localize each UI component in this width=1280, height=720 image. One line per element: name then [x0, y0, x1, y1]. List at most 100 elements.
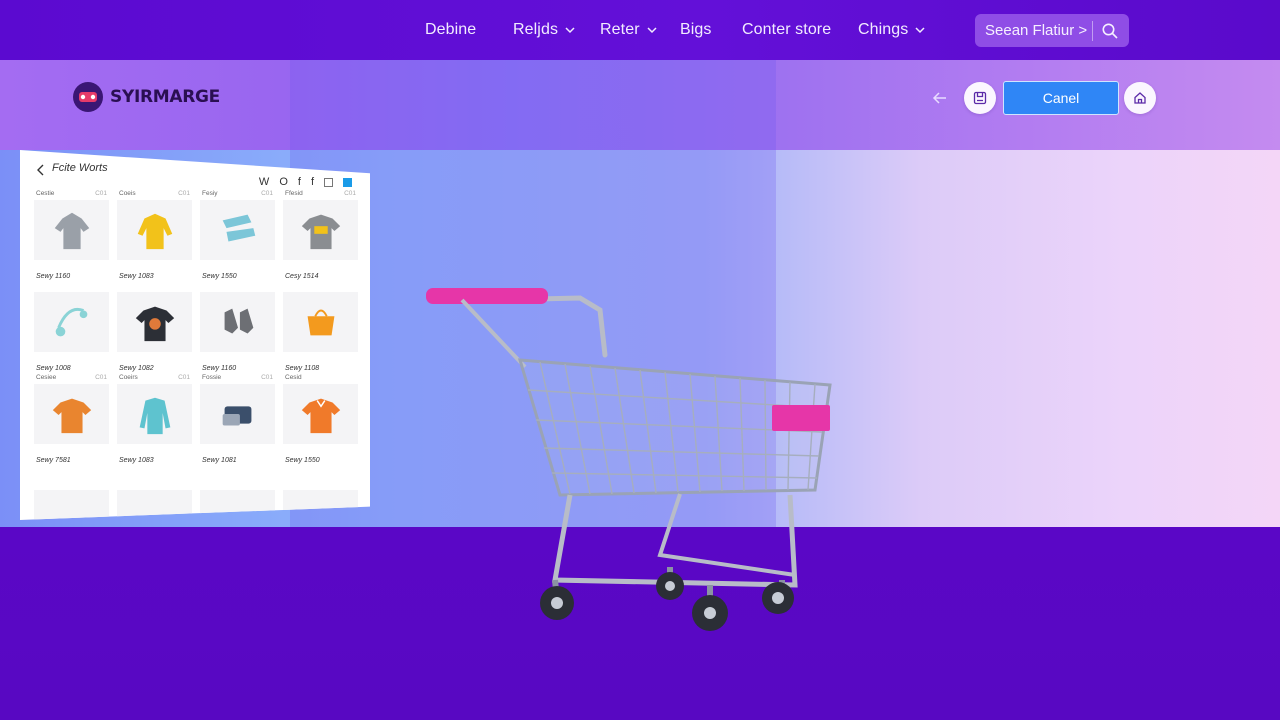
product-thumbnail[interactable]	[117, 200, 192, 260]
product-card[interactable]: Sewy 1082	[117, 282, 192, 372]
product-thumbnail[interactable]	[34, 200, 109, 260]
product-category: Coeirs	[119, 374, 138, 381]
nav-item-chings[interactable]: Chings	[858, 18, 926, 42]
product-card[interactable]: Coeirs C01 Sewy 1083	[117, 374, 192, 464]
product-caption: Sewy 1160	[36, 273, 71, 280]
product-code: C01	[178, 190, 190, 197]
product-caption: Sewy 1108	[285, 365, 320, 372]
product-card[interactable]: Fesiy C01 Sewy 1550	[200, 190, 275, 280]
cancel-button[interactable]: Canel	[1003, 81, 1119, 115]
top-navigation: Debine Reljds Reter Bigs Conter store Ch…	[0, 0, 1280, 60]
nav-item-bigs[interactable]: Bigs	[680, 18, 712, 42]
tool-o[interactable]: O	[279, 176, 288, 188]
product-category: Cestie	[36, 190, 55, 197]
nav-item-label: Reter	[600, 21, 640, 38]
scarf-icon	[222, 214, 255, 242]
product-thumbnail[interactable]	[283, 384, 358, 444]
product-code: C01	[178, 374, 190, 381]
nav-item-label: Debine	[425, 21, 477, 38]
product-thumbnail[interactable]	[200, 384, 275, 444]
product-thumbnail[interactable]	[34, 384, 109, 444]
product-catalog-window: Fcite Worts W O f f Cestie C01 Sewy 1160 Co…	[20, 150, 370, 520]
grid-view-icon[interactable]	[324, 177, 333, 187]
chevron-down-icon	[915, 27, 925, 34]
product-thumbnail[interactable]	[283, 292, 358, 352]
divider	[1092, 20, 1093, 41]
search-icon[interactable]	[1101, 22, 1119, 40]
search-feature-box[interactable]: Seean Flatiur >	[975, 14, 1129, 47]
hoodie-icon	[54, 212, 89, 250]
nav-item-reljds[interactable]: Reljds	[513, 18, 576, 42]
shirt-icon	[301, 398, 340, 434]
cart-handle	[426, 288, 548, 304]
logo-mark-icon	[73, 82, 103, 112]
tool-f-alt[interactable]: f	[311, 176, 314, 188]
save-button[interactable]	[964, 82, 996, 114]
product-card[interactable]: Fossie C01 Sewy 1081	[200, 374, 275, 464]
product-thumbnail[interactable]	[200, 200, 275, 260]
product-card[interactable]: Ffesid C01 Cesy 1514	[283, 190, 358, 280]
tool-w[interactable]: W	[259, 176, 269, 188]
nav-item-label: Conter store	[742, 21, 832, 38]
product-thumbnail[interactable]	[117, 384, 192, 444]
product-code: C01	[261, 190, 273, 197]
product-thumbnail[interactable]	[283, 200, 358, 260]
product-card[interactable]: Coeis C01 Sewy 1083	[117, 190, 192, 280]
chevron-down-icon	[647, 27, 657, 34]
chevron-down-icon	[565, 27, 575, 34]
back-arrow-icon[interactable]	[930, 89, 950, 107]
nav-item-conter-store[interactable]: Conter store	[742, 18, 831, 42]
product-caption: Sewy 1083	[119, 457, 154, 464]
product-caption: Sewy 1160	[202, 365, 237, 372]
product-code: C01	[95, 374, 107, 381]
brand-logo[interactable]: SYIRMARGE	[72, 81, 220, 113]
back-arrow-icon[interactable]	[36, 164, 46, 176]
graphic-tee-icon	[135, 306, 174, 342]
cancel-button-label: Canel	[1042, 90, 1080, 106]
product-card[interactable]: Sewy 1108	[283, 282, 358, 372]
product-card[interactable]: Cesiee C01 Sewy 7581	[34, 374, 109, 464]
shopping-cart-illustration	[426, 288, 832, 631]
product-category: Cesid	[285, 374, 302, 381]
home-icon	[1134, 92, 1146, 104]
long-sleeve-icon	[139, 397, 170, 435]
list-view-icon[interactable]	[343, 177, 352, 187]
search-feature-label[interactable]: Seean Flatiur >	[975, 22, 1092, 39]
brand-name: SYIRMARGE	[110, 87, 220, 107]
product-caption: Cesy 1514	[285, 273, 319, 280]
product-thumbnail[interactable]	[117, 292, 192, 352]
nav-item-reter[interactable]: Reter	[600, 18, 658, 42]
sweater-icon	[137, 213, 172, 250]
nav-item-label: Reljds	[513, 21, 559, 38]
product-card[interactable]: Cestie C01 Sewy 1160	[34, 190, 109, 280]
product-caption: Sewy 1008	[36, 365, 71, 372]
product-category: Cesiee	[36, 374, 57, 381]
product-category: Coeis	[119, 190, 136, 197]
handbag-icon	[307, 309, 334, 336]
product-code: C01	[95, 190, 107, 197]
product-caption: Sewy 1081	[202, 457, 237, 464]
product-caption: Sewy 1550	[202, 273, 237, 280]
home-button[interactable]	[1124, 82, 1156, 114]
product-card[interactable]: Sewy 1008	[34, 282, 109, 372]
nav-item-label: Bigs	[680, 21, 712, 38]
product-caption: Sewy 7581	[36, 457, 71, 464]
product-thumbnail[interactable]	[200, 292, 275, 352]
product-caption: Sewy 1083	[119, 273, 154, 280]
product-category: Fesiy	[202, 190, 218, 197]
product-thumbnail[interactable]	[34, 490, 109, 520]
product-category: Fossie	[202, 374, 222, 381]
tshirt-icon	[301, 214, 340, 250]
catalog-title: Fcite Worts	[52, 162, 108, 174]
save-icon	[973, 91, 987, 105]
product-thumbnail[interactable]	[34, 292, 109, 352]
product-card[interactable]: Cesid Sewy 1550	[283, 374, 358, 464]
product-caption: Sewy 1082	[119, 365, 154, 372]
product-caption: Sewy 1550	[285, 457, 320, 464]
product-category: Ffesid	[285, 190, 303, 197]
tool-f[interactable]: f	[298, 176, 301, 188]
orange-tee-icon	[52, 398, 91, 434]
product-grid: Cestie C01 Sewy 1160 Coeis C01 Sewy 1083 Fesiy…	[34, 190, 358, 464]
nav-item-debine[interactable]: Debine	[425, 18, 476, 42]
product-card[interactable]: Sewy 1160	[200, 282, 275, 372]
